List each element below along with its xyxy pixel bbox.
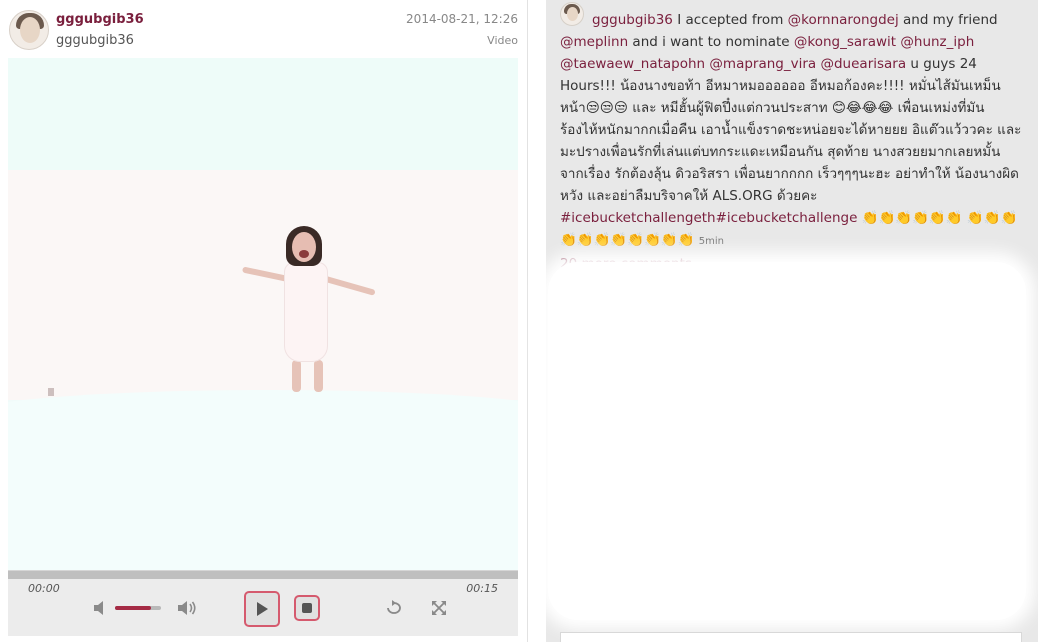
post-username[interactable]: gggubgib36 [56,12,144,27]
app-root: gggubgib36 gggubgib36 2014-08-21, 12:26 … [0,0,1038,642]
fullscreen-icon-glyph [432,601,446,615]
hashtag-link[interactable]: #icebucketchallengeth#icebucketchallenge [560,210,857,226]
caption: gggubgib36 I accepted from @kornnarongde… [560,9,1022,253]
caption-text: u guys 24 Hours!!! น้องนางขอท้า อีหมาหมอ… [560,56,1022,204]
volume-fill [115,606,151,610]
emoji-line: 👏👏👏👏👏👏 [861,210,963,226]
person-leg-left [292,360,301,392]
post-header: gggubgib36 gggubgib36 2014-08-21, 12:26 … [0,0,528,58]
progress-bar[interactable] [8,571,518,579]
repeat-icon-glyph [387,600,401,614]
mention-link[interactable]: @taewaew_natapohn [560,56,705,72]
duration: 00:15 [466,582,498,595]
video-floor [8,390,518,570]
mention-link[interactable]: @hunz_iph [900,34,974,50]
caption-text: I accepted from [672,12,788,28]
video-frame[interactable] [8,58,518,570]
stop-button[interactable] [294,595,320,621]
comment-time: 5min [698,236,725,247]
mention-link[interactable]: @duearisara [820,56,906,72]
post-card: gggubgib36 gggubgib36 2014-08-21, 12:26 … [0,0,528,642]
person-dress [284,262,328,362]
comment-username[interactable]: gggubgib36 [592,12,673,28]
mention-link[interactable]: @maprang_vira [709,56,816,72]
mute-icon-glyph [94,601,103,615]
volume-icon[interactable] [176,599,198,617]
current-time: 00:00 [28,582,60,595]
mention-link[interactable]: @kong_sarawit [794,34,896,50]
volume-slider[interactable] [115,606,161,610]
volume-icon-glyph [178,601,196,615]
player-controls: 00:00 00:15 [8,570,518,636]
comment-input[interactable] [560,632,1022,642]
avatar[interactable] [9,10,49,50]
person-leg-right [314,360,323,392]
post-type: Video [487,34,518,47]
post-date: 2014-08-21, 12:26 [406,12,518,26]
play-button[interactable] [244,591,280,627]
play-icon [257,602,268,616]
mention-link[interactable]: @meplinn [560,34,628,50]
repeat-icon[interactable] [384,599,404,617]
video-person [236,226,386,396]
redacted-area [548,262,1026,620]
video-object [48,388,54,396]
stop-icon [302,603,312,613]
person-mouth [299,250,309,258]
mention-link[interactable]: @kornnarongdej [788,12,899,28]
video-sky [8,58,518,170]
post-subname: gggubgib36 [56,33,134,48]
mute-icon[interactable] [92,599,110,617]
caption-text: and my friend [898,12,998,28]
avatar-face [20,17,40,43]
comments-panel: gggubgib36 I accepted from @kornnarongde… [546,0,1038,642]
fullscreen-icon[interactable] [430,599,448,617]
caption-text: and i want to nominate [628,34,794,50]
